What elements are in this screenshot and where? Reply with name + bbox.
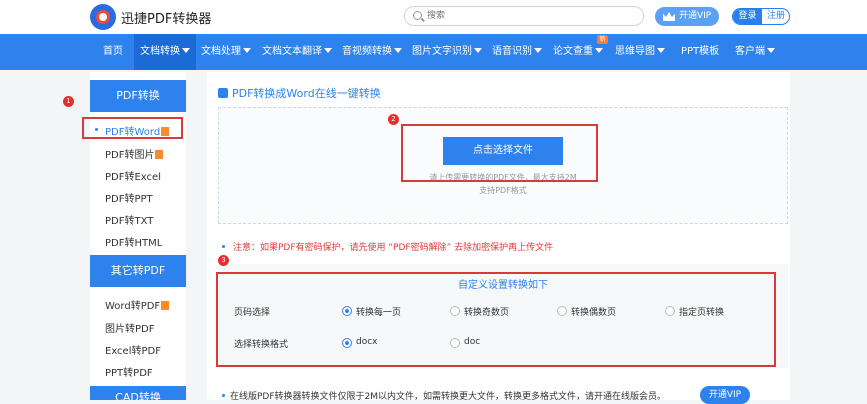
nav-item-label: 首页 <box>103 46 123 57</box>
nav-item-label: 文档文本翻译 <box>262 46 322 57</box>
footer-bullet <box>222 394 225 397</box>
top-bar: 迅捷PDF转换器 开通VIP 登录 注册 <box>0 0 867 34</box>
page-title: PDF转换成Word在线一键转换 <box>218 85 381 101</box>
login-button[interactable]: 登录 <box>733 9 762 24</box>
nav-item-client[interactable]: 客户端 <box>735 34 775 70</box>
password-warning: 注意：如果PDF有密码保护，请先使用 “PDF密码解除” 去除加密保护再上传文件 <box>233 243 554 253</box>
page-title-text: PDF转换成Word在线一键转换 <box>232 87 381 100</box>
search-box[interactable] <box>404 6 644 26</box>
hot-icon <box>161 301 170 310</box>
nav-item-label: 文档转换 <box>140 46 180 57</box>
chevron-down-icon <box>595 48 603 53</box>
footer-vip-button[interactable]: 开通VIP <box>700 386 750 404</box>
sidebar-group-other-to-pdf[interactable]: 其它转PDF <box>90 255 186 287</box>
brand-name[interactable]: 迅捷PDF转换器 <box>121 8 211 27</box>
nav-item-label: 客户端 <box>735 46 765 57</box>
sidebar-item-label: PDF转图片 <box>105 150 155 161</box>
nav-item-label: 文档处理 <box>201 46 241 57</box>
annotation-box-2 <box>401 124 598 182</box>
word-icon <box>218 88 228 98</box>
warning-bullet <box>222 245 225 248</box>
sidebar-item-excel-to-pdf[interactable]: Excel转PDF <box>105 342 161 357</box>
nav-item-av-convert[interactable]: 音视频转换 <box>342 34 402 70</box>
nav-item-speech[interactable]: 语音识别 <box>492 34 542 70</box>
sidebar-item-image-to-pdf[interactable]: 图片转PDF <box>105 320 154 335</box>
open-vip-button[interactable]: 开通VIP <box>655 7 719 26</box>
sidebar-item-label: Word转PDF <box>105 301 161 312</box>
annotation-marker-3: 3 <box>218 255 229 266</box>
hot-icon <box>155 150 164 159</box>
format-hint: 支持PDF格式 <box>479 186 527 195</box>
sidebar-group-pdf-convert[interactable]: PDF转换 <box>90 80 186 112</box>
nav-item-doc-process[interactable]: 文档处理 <box>201 34 251 70</box>
search-input[interactable] <box>427 9 627 23</box>
new-badge: 新 <box>597 35 608 44</box>
chevron-down-icon <box>243 48 251 53</box>
nav-item-plagiarism[interactable]: 论文查重 <box>553 34 603 70</box>
nav-item-label: 语音识别 <box>492 46 532 57</box>
nav-item-label: 音视频转换 <box>342 46 392 57</box>
nav-item-label: 图片文字识别 <box>412 46 472 57</box>
nav-item-label: PPT模板 <box>681 46 720 57</box>
nav-item-mindmap[interactable]: 思维导图 <box>615 34 665 70</box>
chevron-down-icon <box>657 48 665 53</box>
crown-icon <box>663 12 675 21</box>
nav-item-doc-convert[interactable]: 文档转换 <box>134 34 196 70</box>
chevron-down-icon <box>474 48 482 53</box>
chevron-down-icon <box>767 48 775 53</box>
annotation-marker-2: 2 <box>388 114 399 125</box>
nav-item-ocr[interactable]: 图片文字识别 <box>412 34 482 70</box>
annotation-box-1 <box>82 117 183 139</box>
nav-item-label: 论文查重 <box>553 46 593 57</box>
search-icon <box>413 11 422 20</box>
auth-buttons: 登录 注册 <box>732 8 790 25</box>
register-button[interactable]: 注册 <box>762 9 789 24</box>
nav-item-translate[interactable]: 文档文本翻译 <box>262 34 332 70</box>
brand-logo-icon[interactable] <box>90 4 116 30</box>
main-nav: 首页 文档转换 文档处理 文档文本翻译 音视频转换 图片文字识别 语音识别 论文… <box>0 34 867 70</box>
sidebar-item-pdf-to-image[interactable]: PDF转图片 <box>105 146 164 161</box>
footer-note: 在线版PDF转换器转换文件仅限于2M以内文件，如需转换更大文件，转换更多格式文件… <box>230 392 667 402</box>
sidebar-item-ppt-to-pdf[interactable]: PPT转PDF <box>105 364 153 379</box>
annotation-marker-1: 1 <box>63 96 74 107</box>
nav-item-ppt[interactable]: PPT模板 <box>681 34 719 70</box>
open-vip-label: 开通VIP <box>679 11 712 21</box>
sidebar-item-pdf-to-html[interactable]: PDF转HTML <box>105 234 162 249</box>
sidebar-group-cad[interactable]: CAD转换 <box>90 386 186 400</box>
nav-item-home[interactable]: 首页 <box>103 34 123 70</box>
sidebar-item-word-to-pdf[interactable]: Word转PDF <box>105 297 170 312</box>
chevron-down-icon <box>534 48 542 53</box>
sidebar-item-pdf-to-excel[interactable]: PDF转Excel <box>105 168 161 183</box>
sidebar-item-pdf-to-txt[interactable]: PDF转TXT <box>105 212 153 227</box>
chevron-down-icon <box>324 48 332 53</box>
chevron-down-icon <box>394 48 402 53</box>
chevron-down-icon <box>182 48 190 53</box>
nav-item-label: 思维导图 <box>615 46 655 57</box>
annotation-box-3 <box>216 272 776 367</box>
sidebar-item-pdf-to-ppt[interactable]: PDF转PPT <box>105 190 153 205</box>
